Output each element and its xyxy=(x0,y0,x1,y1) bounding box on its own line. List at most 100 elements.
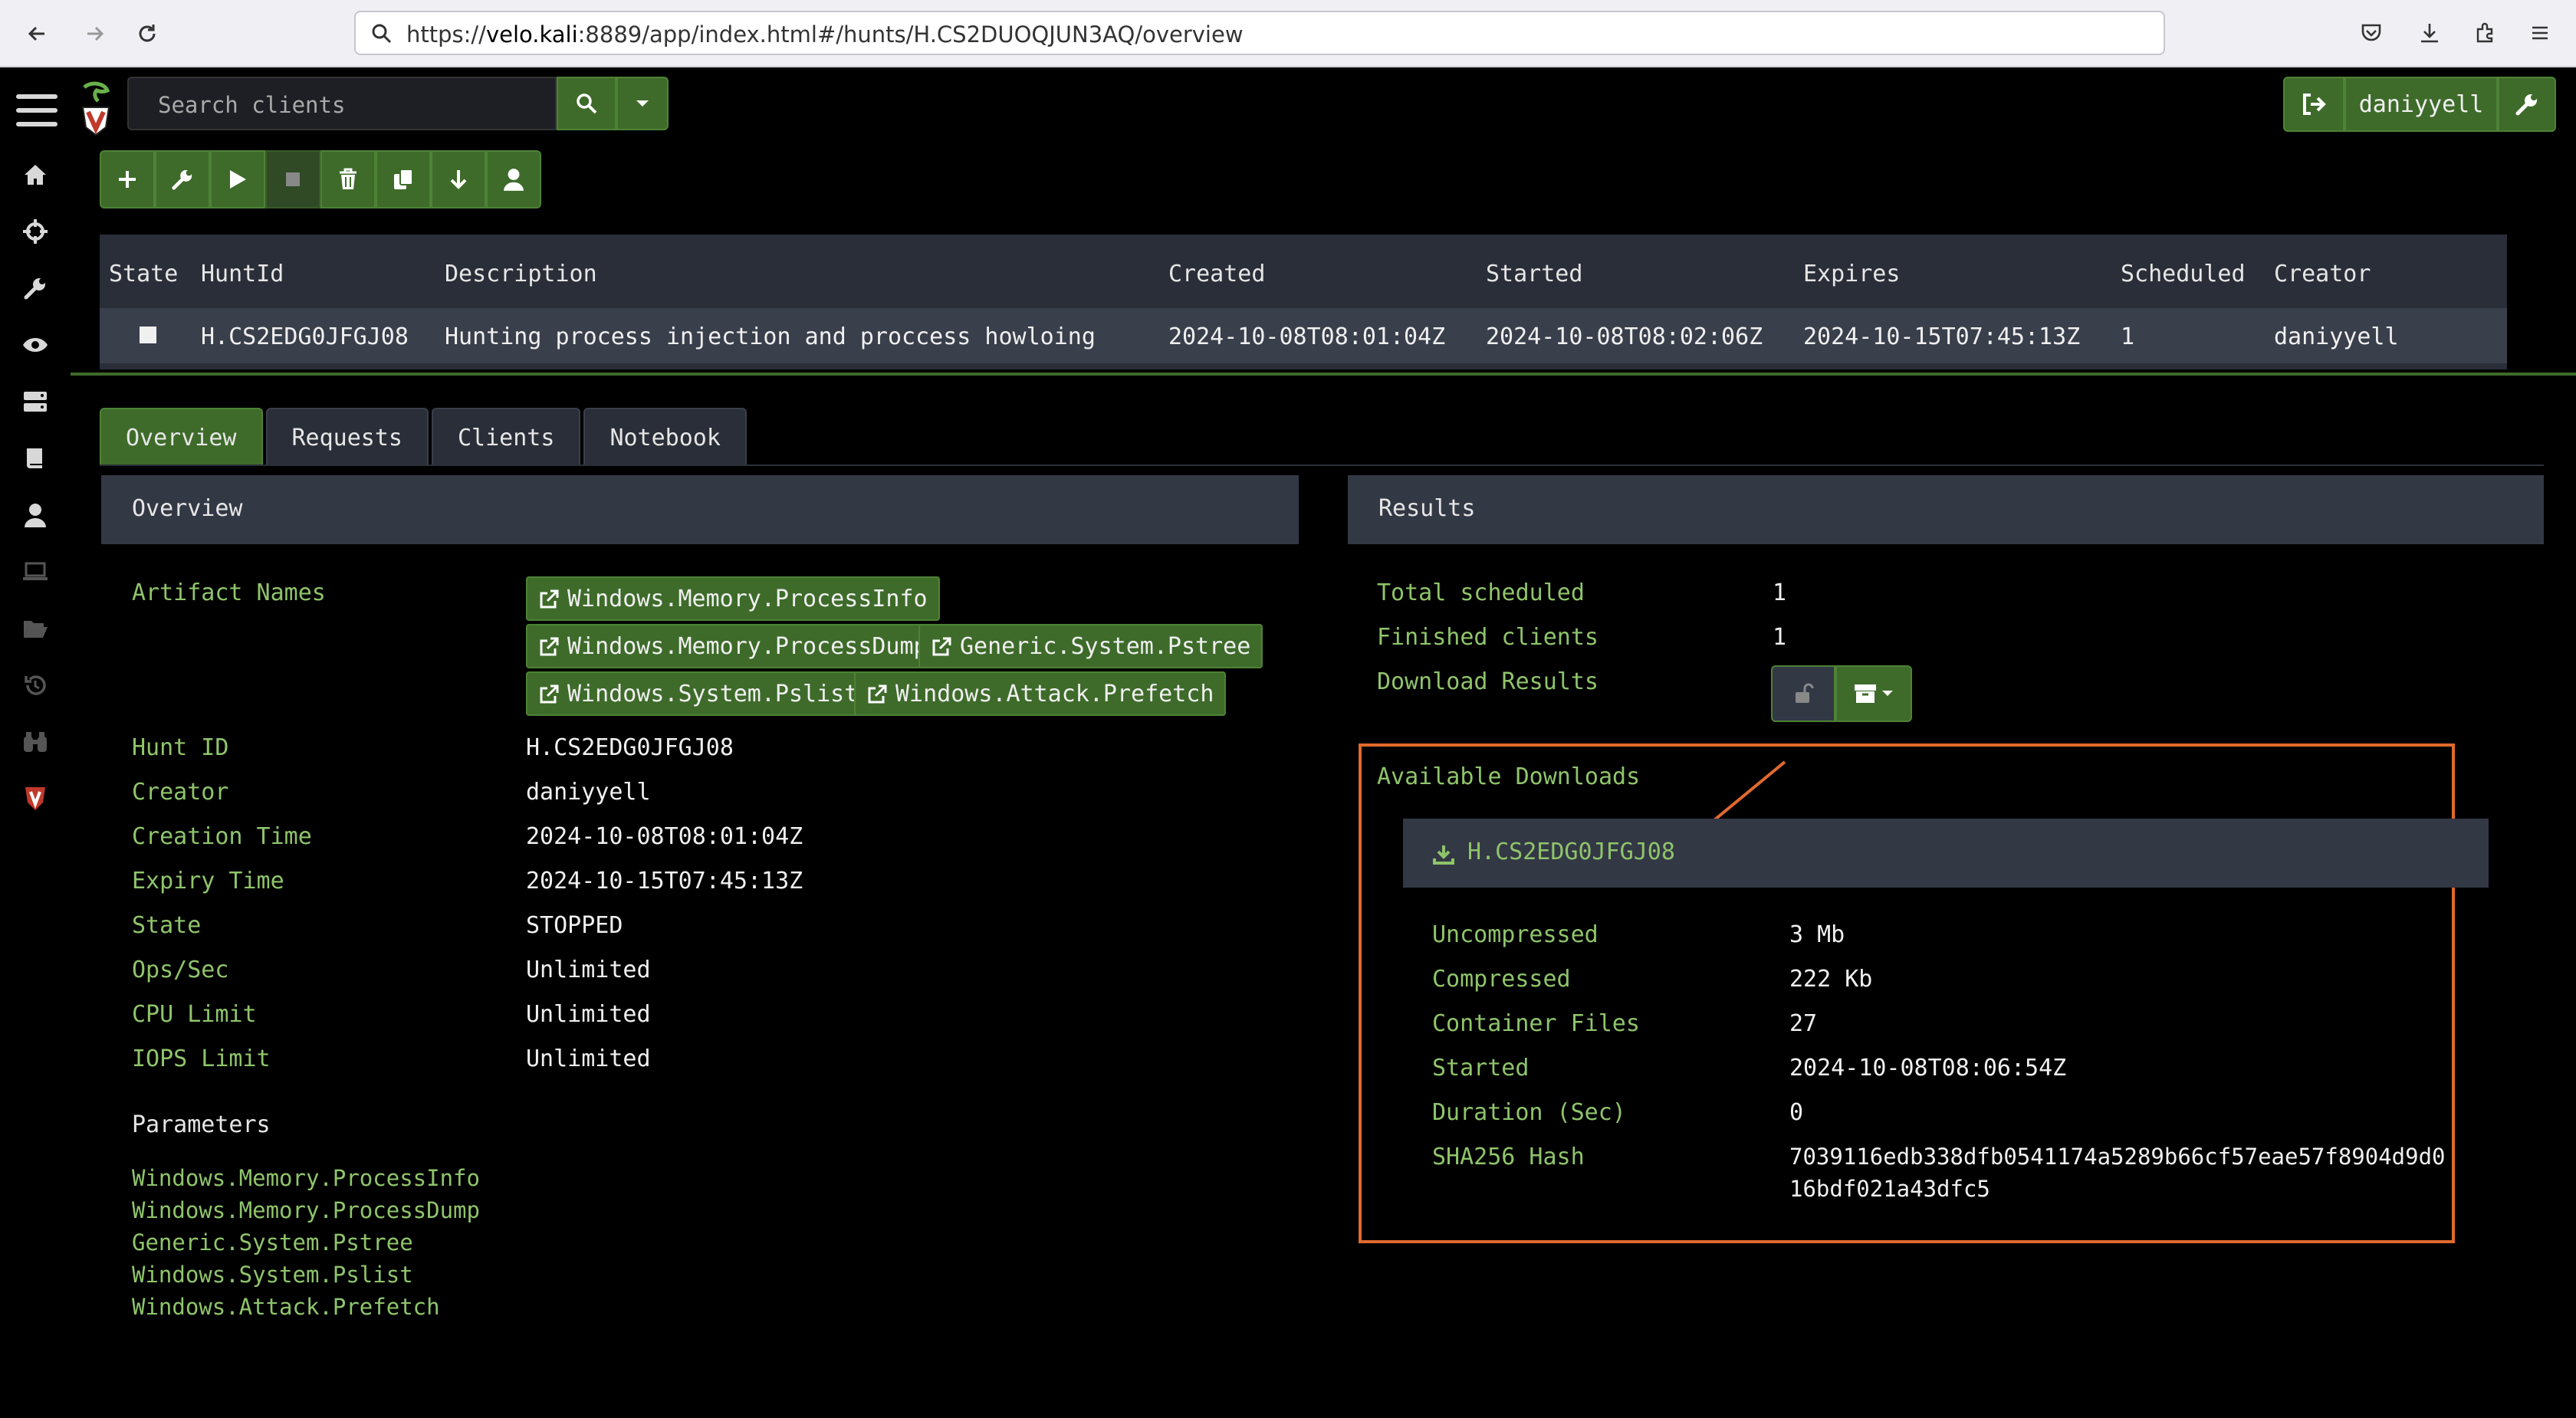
back-icon[interactable] xyxy=(15,12,58,55)
finished-clients-value: 1 xyxy=(1773,624,1787,651)
expires-cell: 2024-10-15T07:45:13Z xyxy=(1803,323,2081,350)
hunts-table: State HuntId Description Created Started… xyxy=(100,235,2507,369)
external-link-icon xyxy=(540,637,559,656)
server-icon[interactable] xyxy=(18,385,52,419)
pane-splitter[interactable] xyxy=(71,373,2576,376)
velociraptor-shield-icon[interactable] xyxy=(18,782,52,816)
book-icon[interactable] xyxy=(18,441,52,475)
artifact-link-prefetch[interactable]: Windows.Attack.Prefetch xyxy=(854,671,1227,716)
artifact-label: Generic.System.Pstree xyxy=(960,633,1251,660)
menu-icon[interactable] xyxy=(2521,14,2559,52)
field-label: Uncompressed xyxy=(1432,921,1598,948)
run-hunt-button[interactable] xyxy=(210,150,265,208)
artifact-label: Windows.Memory.ProcessDump xyxy=(567,633,928,660)
column-header-scheduled[interactable]: Scheduled xyxy=(2121,261,2246,287)
edit-hunt-button[interactable] xyxy=(155,150,210,208)
field-label: Duration (Sec) xyxy=(1432,1099,1626,1126)
external-link-icon xyxy=(540,589,559,609)
download-started-value: 2024-10-08T08:06:54Z xyxy=(1789,1055,2067,1082)
iops-limit-value: Unlimited xyxy=(526,1045,651,1072)
eye-icon[interactable] xyxy=(18,328,52,362)
column-header-creator[interactable]: Creator xyxy=(2274,261,2371,287)
folder-open-icon[interactable] xyxy=(18,612,52,645)
home-icon[interactable] xyxy=(18,158,52,192)
external-link-icon xyxy=(932,637,951,656)
search-icon xyxy=(577,94,597,114)
download-icon xyxy=(1433,845,1454,865)
column-header-description[interactable]: Description xyxy=(445,261,597,287)
hunt-user-button[interactable] xyxy=(486,150,541,208)
artifact-label: Windows.System.Pslist xyxy=(567,681,859,707)
download-item: H.CS2EDG0JFGJ08 xyxy=(1403,819,2489,888)
reload-icon[interactable] xyxy=(126,12,169,55)
overview-panel-header: Overview xyxy=(101,475,1299,544)
stop-hunt-button[interactable] xyxy=(265,150,320,208)
prepare-download-dropdown[interactable] xyxy=(1835,665,1912,722)
results-panel-header: Results xyxy=(1348,475,2544,544)
search-button[interactable] xyxy=(557,77,616,130)
cpu-limit-value: Unlimited xyxy=(526,1001,651,1028)
creator-cell: daniyyell xyxy=(2274,323,2399,350)
hamburger-icon[interactable] xyxy=(15,89,58,132)
hunt-id-value: H.CS2EDG0JFGJ08 xyxy=(526,734,734,761)
user-icon[interactable] xyxy=(18,498,52,532)
tab-requests[interactable]: Requests xyxy=(265,408,429,466)
compressed-value: 222 Kb xyxy=(1789,966,1873,993)
artifact-link-pstree[interactable]: Generic.System.Pstree xyxy=(918,624,1263,668)
lock-download-button[interactable] xyxy=(1771,665,1835,722)
field-label: Compressed xyxy=(1432,966,1571,993)
download-hunt-button[interactable] xyxy=(431,150,486,208)
download-icon[interactable] xyxy=(2410,14,2449,52)
artifact-link-processdump[interactable]: Windows.Memory.ProcessDump xyxy=(526,624,940,668)
field-label: Creation Time xyxy=(132,823,312,850)
logout-button[interactable] xyxy=(2283,77,2344,132)
delete-hunt-button[interactable] xyxy=(320,150,376,208)
table-row[interactable]: H.CS2EDG0JFGJ08 Hunting process injectio… xyxy=(100,308,2507,363)
search-clients-input[interactable]: Search clients xyxy=(127,77,557,130)
binoculars-icon[interactable] xyxy=(18,725,52,759)
forward-icon[interactable] xyxy=(74,12,117,55)
wrench-icon[interactable] xyxy=(18,271,52,305)
column-header-created[interactable]: Created xyxy=(1168,261,1265,287)
field-label: Expiry Time xyxy=(132,868,284,894)
column-header-started[interactable]: Started xyxy=(1486,261,1582,287)
address-bar[interactable]: https://velo.kali:8889/app/index.html#/h… xyxy=(354,11,2165,55)
new-hunt-button[interactable] xyxy=(100,150,155,208)
unlock-icon xyxy=(1796,683,1814,703)
extensions-icon[interactable] xyxy=(2466,14,2504,52)
parameters-heading: Parameters xyxy=(132,1111,271,1138)
total-scheduled-value: 1 xyxy=(1773,579,1787,606)
copy-hunt-button[interactable] xyxy=(376,150,431,208)
username-button[interactable]: daniyyell xyxy=(2344,77,2498,132)
artifact-link-processinfo[interactable]: Windows.Memory.ProcessInfo xyxy=(526,576,940,621)
velociraptor-logo xyxy=(77,81,115,136)
tab-overview[interactable]: Overview xyxy=(100,408,263,466)
expiry-time-value: 2024-10-15T07:45:13Z xyxy=(526,868,803,894)
column-header-huntid[interactable]: HuntId xyxy=(201,261,284,287)
parameter-item: Windows.Attack.Prefetch xyxy=(132,1294,440,1320)
field-label: Creator xyxy=(132,779,229,806)
trash-icon xyxy=(340,168,356,189)
parameter-item: Windows.Memory.ProcessInfo xyxy=(132,1165,480,1191)
sign-out-icon xyxy=(2303,94,2326,115)
column-header-expires[interactable]: Expires xyxy=(1803,261,1900,287)
column-header-state[interactable]: State xyxy=(109,261,178,287)
caret-down-icon xyxy=(1882,691,1893,696)
laptop-icon[interactable] xyxy=(18,555,52,589)
artifact-link-pslist[interactable]: Windows.System.Pslist xyxy=(526,671,871,716)
artifact-label: Windows.Memory.ProcessInfo xyxy=(567,586,928,612)
search-options-dropdown[interactable] xyxy=(616,77,669,130)
tab-divider xyxy=(100,464,2544,466)
history-icon[interactable] xyxy=(18,668,52,702)
tab-clients[interactable]: Clients xyxy=(432,408,581,466)
download-link[interactable]: H.CS2EDG0JFGJ08 xyxy=(1467,839,1675,865)
field-label: Finished clients xyxy=(1377,624,1598,651)
description-cell: Hunting process injection and proccess h… xyxy=(445,323,1096,350)
user-icon xyxy=(504,169,524,191)
pocket-icon[interactable] xyxy=(2352,14,2390,52)
crosshairs-icon[interactable] xyxy=(18,215,52,248)
user-settings-button[interactable] xyxy=(2498,77,2556,132)
creator-value: daniyyell xyxy=(526,779,651,806)
tab-notebook[interactable]: Notebook xyxy=(583,408,747,466)
app-sidebar xyxy=(0,67,110,1418)
